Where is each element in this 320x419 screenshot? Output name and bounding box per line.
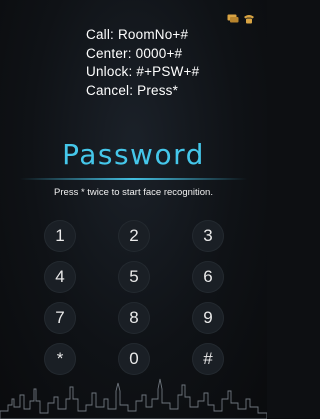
face-recognition-hint: Press * twice to start face recognition. [54,187,213,198]
key-6[interactable]: 6 [192,261,224,293]
instructions: Call: RoomNo+# Center: 0000+# Unlock: #+… [86,26,199,100]
page-title: Password [62,138,205,171]
key-3[interactable]: 3 [192,220,224,252]
status-icons [227,14,255,24]
chat-icon [227,14,239,24]
key-4[interactable]: 4 [44,261,76,293]
key-9[interactable]: 9 [192,302,224,334]
key-7[interactable]: 7 [44,302,76,334]
keypad: 1 2 3 4 5 6 7 8 9 * 0 # [44,220,224,375]
unlock-instruction: Unlock: #+PSW+# [86,64,200,79]
phone-icon [243,14,255,24]
cancel-instruction: Cancel: Press* [86,82,179,98]
key-8[interactable]: 8 [118,302,150,334]
key-5[interactable]: 5 [118,261,150,293]
city-skyline-icon [0,378,267,419]
key-1[interactable]: 1 [44,220,76,252]
center-instruction: Center: 0000+# [86,45,183,61]
key-2[interactable]: 2 [118,220,150,252]
call-instruction: Call: RoomNo+# [86,27,189,42]
divider-glow [20,178,247,180]
